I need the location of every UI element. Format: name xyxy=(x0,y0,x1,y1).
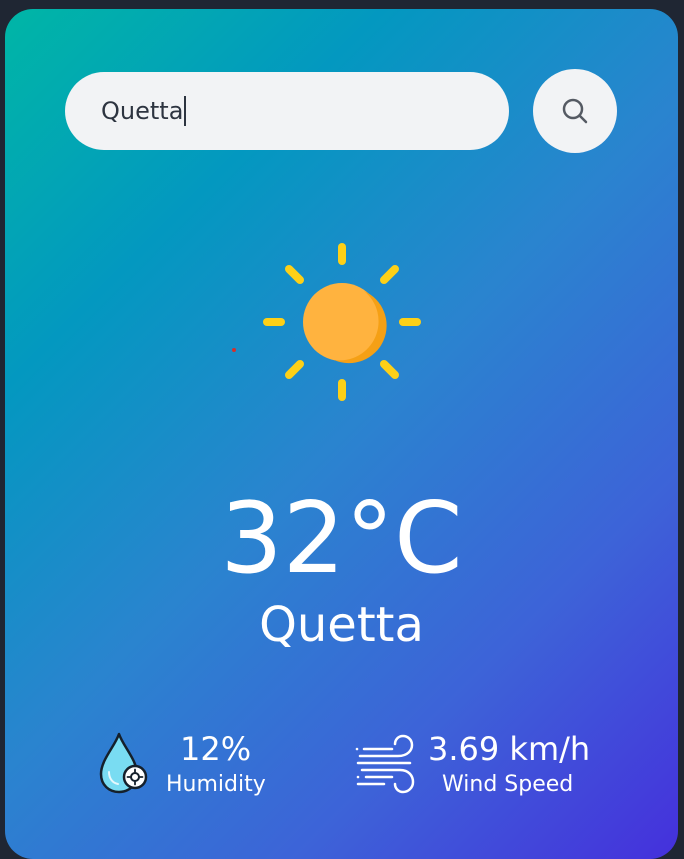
wind-value: 3.69 km/h xyxy=(428,730,591,768)
search-button[interactable] xyxy=(533,69,617,153)
wind-icon xyxy=(355,734,415,794)
text-caret xyxy=(184,96,186,126)
search-icon xyxy=(562,98,588,124)
wind-label: Wind Speed xyxy=(442,772,574,797)
city-name: Quetta xyxy=(259,597,424,653)
humidity-drop-icon xyxy=(99,732,148,794)
humidity-value: 12% xyxy=(180,730,252,768)
weather-card: Quetta 32°C Quetta 12% Humidity 3.69 km/… xyxy=(5,9,678,859)
search-input[interactable]: Quetta xyxy=(65,72,509,150)
red-dot xyxy=(232,348,236,352)
search-input-value: Quetta xyxy=(101,97,184,125)
temperature: 32°C xyxy=(220,482,463,596)
humidity-label: Humidity xyxy=(166,772,266,797)
sun-icon xyxy=(263,243,421,401)
